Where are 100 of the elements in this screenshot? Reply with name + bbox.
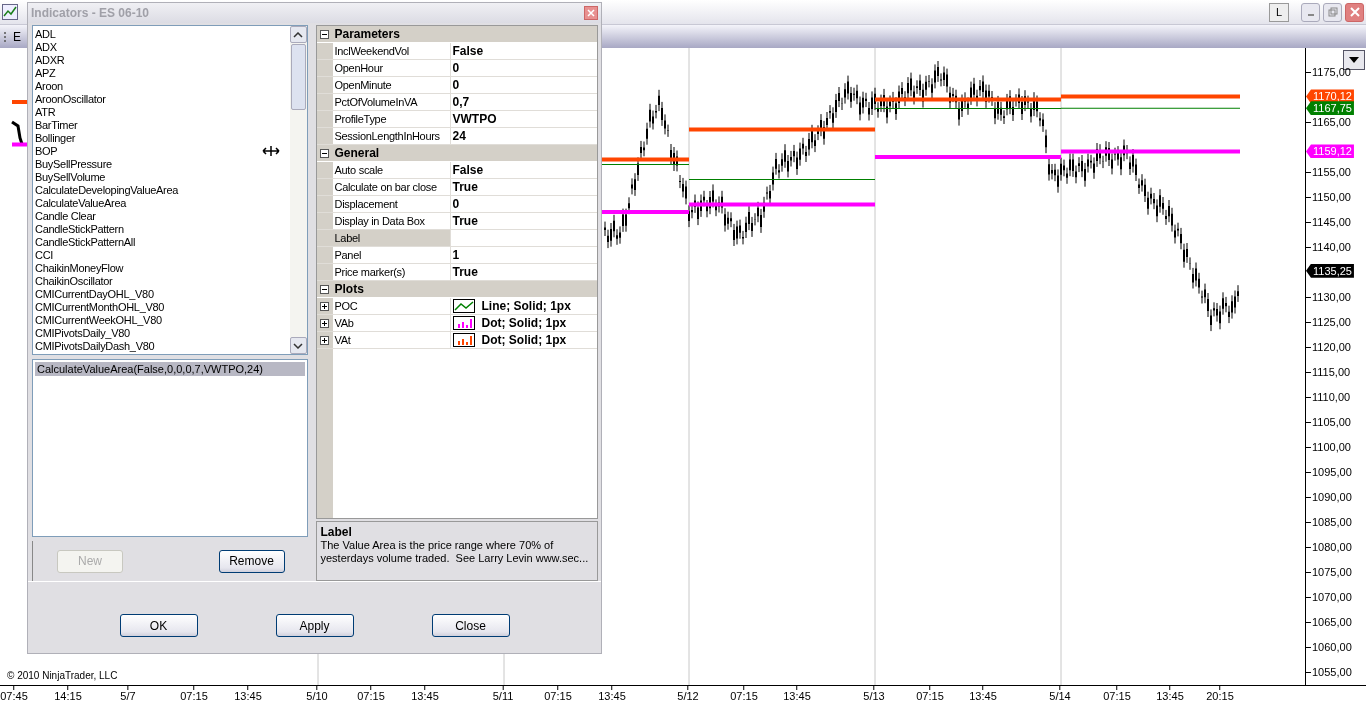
layout-button[interactable]: L [1269,2,1289,22]
indicator-item[interactable]: CandleStickPattern [35,223,290,236]
indicator-item[interactable]: CMIPivotsDaily_V80 [35,327,290,340]
indicator-item[interactable]: CMICurrentMonthOHL_V80 [35,301,290,314]
property-name[interactable]: Auto scale [332,162,451,178]
close-button[interactable] [584,6,598,20]
price-label: 1105,00 [1312,416,1351,428]
price-label: 1155,00 [1312,166,1351,178]
indicator-item[interactable]: CalculateValueArea [35,197,290,210]
property-value[interactable]: 0 [452,197,460,211]
expand-icon[interactable] [320,335,329,345]
property-name[interactable]: POC [332,298,451,314]
property-value[interactable]: False [452,44,484,58]
indicator-item[interactable]: ATR [35,106,290,119]
indicator-item[interactable]: Aroon [35,80,290,93]
toolbar-grip-icon[interactable] [3,30,7,43]
minimize-button[interactable] [1301,2,1320,22]
property-value[interactable]: VWTPO [452,112,497,126]
indicator-item[interactable]: BOP [35,145,290,158]
candlestick-drawing [11,120,24,145]
indicator-item[interactable]: ADXR [35,54,290,67]
remove-button[interactable]: Remove [218,549,285,573]
dropdown-button[interactable] [1343,50,1365,70]
scrollbar[interactable] [289,26,307,354]
property-value[interactable]: 0 [452,78,460,92]
property-value[interactable]: 24 [452,129,466,143]
property-value[interactable]: 0 [452,61,460,75]
property-name[interactable]: OpenHour [332,60,451,76]
indicator-item[interactable]: ChaikinMoneyFlow [35,262,290,275]
indicator-item[interactable]: Candle Clear [35,210,290,223]
property-name[interactable]: Panel [332,247,451,263]
price-marker: 1167,75 [1306,101,1354,116]
property-name[interactable]: OpenMinute [332,77,451,93]
property-name[interactable]: Label [332,230,451,246]
property-name[interactable]: VAt [332,332,451,348]
time-label: 5/7 [120,690,136,702]
property-name[interactable]: PctOfVolumeInVA [332,94,451,110]
property-value[interactable]: 1 [452,248,460,262]
indicator-item[interactable]: ChaikinOscillator [35,275,290,288]
time-label: 5/10 [306,690,328,702]
scroll-up-button[interactable] [289,26,307,43]
bar-style-icon [452,333,475,347]
applied-indicator-item[interactable]: CalculateValueArea(False,0,0,0,7,VWTPO,24) [35,362,305,376]
property-name[interactable]: Calculate on bar close [332,179,451,195]
collapse-icon[interactable] [319,148,329,158]
collapse-icon[interactable] [319,284,329,294]
property-name[interactable]: Display in Data Box [332,213,451,229]
category-header[interactable]: General [334,146,380,160]
indicator-item[interactable]: BuySellVolume [35,171,290,184]
indicator-item[interactable]: CalculateDevelopingValueArea [35,184,290,197]
restore-icon [1326,6,1339,18]
indicator-item[interactable]: AroonOscillator [35,93,290,106]
scroll-thumb[interactable] [290,44,306,110]
property-value[interactable]: False [452,163,484,177]
property-value[interactable]: True [452,265,478,279]
indicator-item[interactable]: APZ [35,67,290,80]
indicator-item[interactable]: CMIPivotsDailyDash_V80 [35,340,290,353]
property-name[interactable]: SessionLengthInHours [332,128,451,144]
ok-button[interactable]: OK [119,614,198,637]
property-name[interactable]: Price marker(s) [332,264,451,280]
property-value[interactable]: True [452,214,478,228]
expand-icon[interactable] [320,301,329,311]
category-header[interactable]: Plots [334,282,364,296]
property-name[interactable]: InclWeekendVol [332,43,451,59]
property-value[interactable]: Dot; Solid; 1px [481,333,567,347]
category-header[interactable]: Parameters [334,27,400,41]
close-button[interactable]: Close [431,614,510,637]
close-button[interactable] [1345,2,1364,22]
expand-icon[interactable] [320,318,329,328]
time-label: 20:15 [1206,690,1234,702]
time-label: 07:15 [916,690,944,702]
close-icon [1348,6,1361,18]
apply-button[interactable]: Apply [275,614,354,637]
indicator-item[interactable]: ADL [35,28,290,41]
price-label: 1175,00 [1312,66,1351,78]
indicator-item[interactable]: CandleStickPatternAll [35,236,290,249]
indicator-item[interactable]: BuySellPressure [35,158,290,171]
time-label: 13:45 [234,690,262,702]
toolbar-text[interactable]: E [13,29,21,44]
indicator-item[interactable]: BarTimer [35,119,290,132]
price-marker: 1135,25 [1306,263,1354,278]
property-value[interactable]: Line; Solid; 1px [481,299,571,313]
property-value[interactable]: 0,7 [452,95,470,109]
indicator-item[interactable]: CMICurrentWeekOHL_V80 [35,314,290,327]
level-line [12,142,27,147]
collapse-icon[interactable] [319,29,329,39]
property-value[interactable]: Dot; Solid; 1px [481,316,567,330]
time-label: 07:45 [0,690,28,702]
time-label: 07:15 [357,690,385,702]
property-name[interactable]: Displacement [332,196,451,212]
indicator-item[interactable]: CMICurrentDayOHL_V80 [35,288,290,301]
chart-icon[interactable] [2,4,18,20]
property-name[interactable]: VAb [332,315,451,331]
indicator-item[interactable]: Bollinger [35,132,290,145]
property-name[interactable]: ProfileType [332,111,451,127]
restore-button[interactable] [1323,2,1342,22]
scroll-down-button[interactable] [289,337,307,354]
property-value[interactable]: True [452,180,478,194]
indicator-item[interactable]: ADX [35,41,290,54]
indicator-item[interactable]: CCI [35,249,290,262]
